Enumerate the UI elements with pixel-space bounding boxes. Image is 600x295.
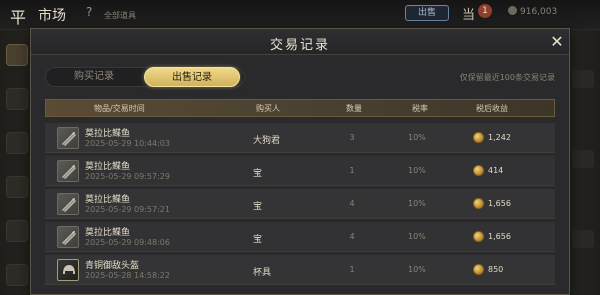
dialog-title: 交易记录 [269, 38, 330, 53]
item-name: 莫拉比鲽鱼 [85, 195, 131, 205]
sell-button[interactable]: 出售 [405, 5, 449, 21]
left-sidebar [0, 30, 34, 295]
trade-records-dialog: 交易记录 ✕ 购买记录 出售记录 仅保留最近100条交易记录 物品/交易时间 购… [30, 28, 570, 295]
quantity: 1 [349, 265, 355, 274]
item-name: 莫拉比鲽鱼 [85, 228, 131, 238]
coin-icon [473, 198, 484, 209]
close-icon[interactable]: ✕ [548, 33, 566, 51]
item-name: 莫拉比鲽鱼 [85, 162, 131, 172]
trade-time: 2025-05-29 09:57:29 [85, 172, 170, 181]
trade-time: 2025-05-28 14:58:22 [85, 271, 170, 280]
sidebar-slot[interactable] [6, 264, 28, 286]
column-header-quantity: 数量 [346, 104, 362, 113]
trade-time: 2025-05-29 09:48:06 [85, 238, 170, 247]
net-income: 1,656 [488, 199, 511, 208]
coin-icon [473, 264, 484, 275]
market-topbar: 平 市场 ? 全部道具 出售 当 1 916,003 [0, 0, 600, 30]
sidebar-slot[interactable] [6, 132, 28, 154]
table-row[interactable]: 莫拉比鲽鱼 2025-05-29 10:44:03 大狗君 3 10% 1,24… [45, 123, 555, 153]
currency-display: 916,003 [508, 6, 557, 17]
item-name: 青铜御敌头盔 [85, 261, 140, 271]
tax-rate: 10% [408, 265, 426, 274]
trade-time: 2025-05-29 10:44:03 [85, 139, 170, 148]
right-sidebar [566, 30, 600, 295]
net-income: 850 [488, 265, 504, 274]
dialog-header: 交易记录 ✕ [31, 29, 569, 55]
category-label[interactable]: 全部道具 [104, 10, 136, 21]
fish-icon [57, 193, 79, 215]
sidebar-slot[interactable] [572, 150, 594, 168]
coin-icon [508, 6, 517, 15]
market-title: 市场 [38, 8, 66, 24]
column-header-buyer: 购买人 [256, 104, 280, 113]
tax-rate: 10% [408, 232, 426, 241]
pawn-glyph[interactable]: 当 [462, 4, 475, 23]
helmet-icon [57, 259, 79, 281]
coin-icon [473, 231, 484, 242]
sidebar-slot[interactable] [6, 176, 28, 198]
retention-hint: 仅保留最近100条交易记录 [459, 73, 555, 82]
buyer-name: 宝 [253, 202, 263, 212]
quantity: 4 [349, 199, 355, 208]
table-header: 物品/交易时间 购买人 数量 税率 税后收益 [45, 99, 555, 117]
trade-time: 2025-05-29 09:57:21 [85, 205, 170, 214]
table-row[interactable]: 莫拉比鲽鱼 2025-05-29 09:57:29 宝 1 10% 414 [45, 156, 555, 186]
buyer-name: 宝 [253, 169, 263, 179]
fish-icon [57, 226, 79, 248]
sidebar-slot[interactable] [6, 220, 28, 242]
fish-icon [57, 127, 79, 149]
help-icon[interactable]: ? [86, 5, 92, 19]
tax-rate: 10% [408, 199, 426, 208]
quantity: 3 [349, 133, 355, 142]
sidebar-slot[interactable] [6, 88, 28, 110]
table-row[interactable]: 莫拉比鲽鱼 2025-05-29 09:57:21 宝 4 10% 1,656 [45, 189, 555, 219]
net-income: 414 [488, 166, 504, 175]
sidebar-slot[interactable] [6, 44, 28, 66]
buyer-name: 大狗君 [253, 136, 281, 146]
coin-icon [473, 132, 484, 143]
column-header-income: 税后收益 [476, 104, 508, 113]
quantity: 4 [349, 232, 355, 241]
quantity: 1 [349, 166, 355, 175]
currency-amount: 916,003 [520, 7, 558, 17]
record-tabs: 购买记录 出售记录 [45, 67, 245, 87]
market-logo-glyph: 平 [10, 8, 27, 27]
net-income: 1,656 [488, 232, 511, 241]
net-income: 1,242 [488, 133, 511, 142]
notification-badge: 1 [478, 4, 492, 18]
buyer-name: 杯具 [253, 268, 272, 278]
tax-rate: 10% [408, 166, 426, 175]
sidebar-slot[interactable] [572, 70, 594, 88]
buyer-name: 宝 [253, 235, 263, 245]
column-header-tax: 税率 [412, 104, 428, 113]
coin-icon [473, 165, 484, 176]
tab-sell-records[interactable]: 出售记录 [144, 67, 240, 87]
column-header-item: 物品/交易时间 [94, 104, 145, 113]
tax-rate: 10% [408, 133, 426, 142]
table-row[interactable]: 青铜御敌头盔 2025-05-28 14:58:22 杯具 1 10% 850 [45, 255, 555, 285]
sidebar-slot[interactable] [572, 230, 594, 248]
table-row[interactable]: 莫拉比鲽鱼 2025-05-29 09:48:06 宝 4 10% 1,656 [45, 222, 555, 252]
tab-buy-records[interactable]: 购买记录 [46, 67, 142, 87]
fish-icon [57, 160, 79, 182]
item-name: 莫拉比鲽鱼 [85, 129, 131, 139]
